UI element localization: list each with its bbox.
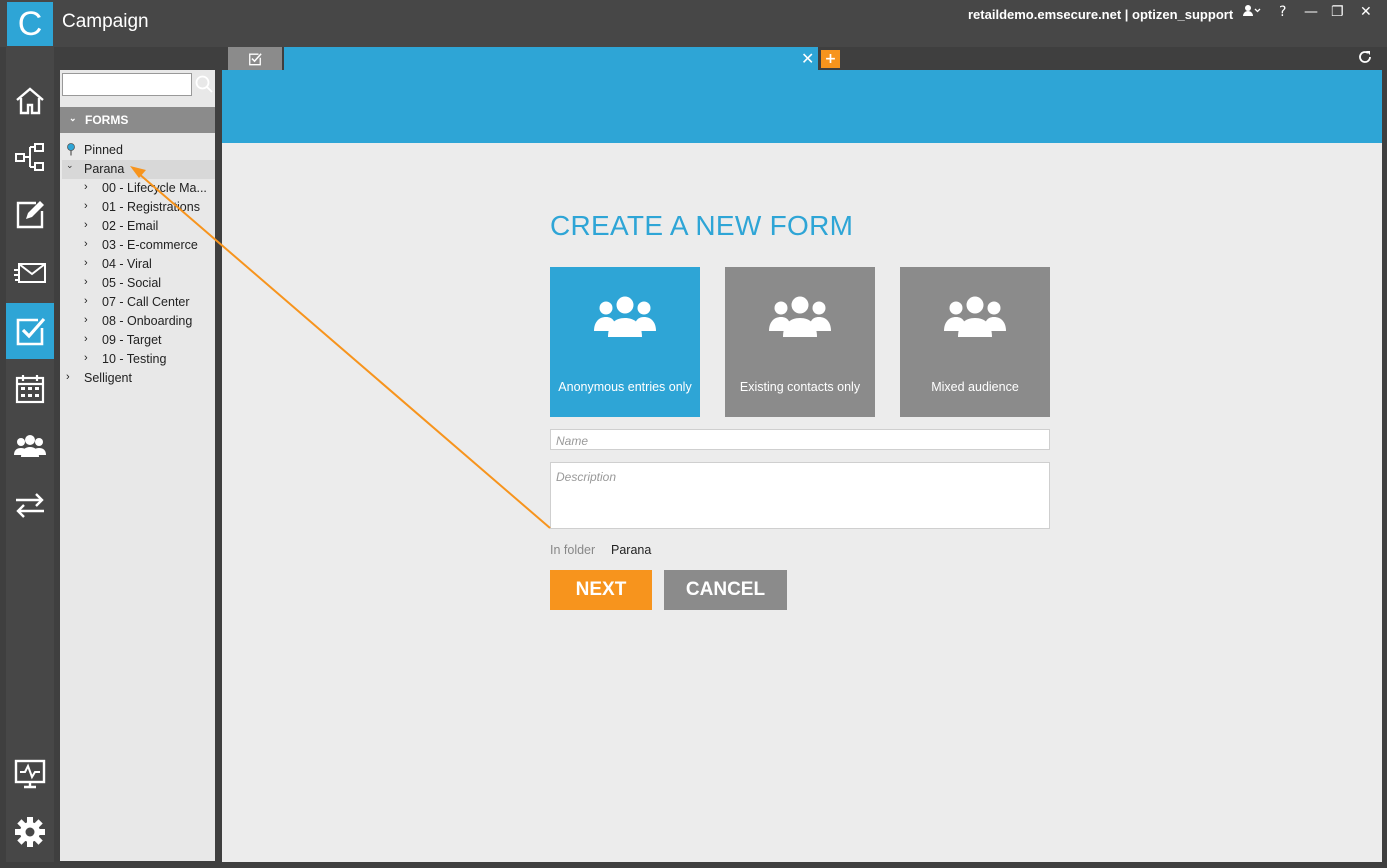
minimize-button[interactable]: — [1304, 4, 1318, 20]
tree-item-label: 01 - Registrations [102, 200, 200, 214]
tree-item-label: 10 - Testing [102, 352, 167, 366]
audience-tile[interactable]: Anonymous entries only [550, 267, 700, 417]
tab-new-form[interactable] [284, 47, 818, 70]
tree-item-label: Pinned [84, 143, 123, 157]
nav-forms[interactable] [6, 303, 54, 359]
tree-item-parana[interactable]: ⌄ Parana [62, 160, 215, 179]
app-logo[interactable]: C [7, 2, 53, 46]
chevron-right-icon: › [84, 333, 88, 345]
chevron-right-icon: › [84, 181, 88, 193]
transfer-icon [16, 493, 44, 518]
tree-item-label: Selligent [84, 371, 132, 385]
tree-item-label: 05 - Social [102, 276, 162, 290]
chevron-down-icon: ⌄ [66, 161, 74, 171]
tree-item-label: 08 - Onboarding [102, 314, 193, 328]
refresh-icon[interactable] [1358, 50, 1372, 68]
user-menu-icon[interactable] [1242, 4, 1262, 22]
tree-item-label: 07 - Call Center [102, 295, 190, 309]
chevron-right-icon: › [84, 219, 88, 231]
nav-audiences[interactable] [6, 419, 54, 475]
chevron-right-icon: › [84, 352, 88, 364]
calendar-icon [15, 375, 45, 404]
users-icon [14, 435, 46, 457]
chevron-right-icon: › [66, 371, 70, 383]
audience-tile[interactable]: Mixed audience [900, 267, 1050, 417]
name-input[interactable]: Name [550, 429, 1050, 450]
folder-label: In folder [550, 543, 596, 557]
chevron-right-icon: › [84, 257, 88, 269]
nav-journeys[interactable] [6, 129, 54, 185]
tree-search-button[interactable] [193, 73, 215, 95]
description-placeholder: Description [556, 470, 617, 484]
users-icon [593, 295, 657, 343]
audience-tile[interactable]: Existing contacts only [725, 267, 875, 417]
tree-item-label: 04 - Viral [102, 257, 152, 271]
nav-home[interactable] [6, 73, 54, 129]
cancel-button[interactable]: CANCEL [664, 570, 787, 610]
main-nav [6, 47, 54, 862]
help-button[interactable]: ? [1279, 4, 1286, 20]
chevron-right-icon: › [84, 295, 88, 307]
tree-item-label: 03 - E-commerce [102, 238, 198, 252]
mail-icon [14, 263, 46, 283]
home-icon [16, 87, 44, 115]
user-info: retaildemo.emsecure.net | optizen_suppor… [968, 7, 1234, 22]
users-icon [768, 295, 832, 343]
tab-forms-list[interactable] [228, 47, 282, 70]
next-button[interactable]: NEXT [550, 570, 652, 610]
chevron-right-icon: › [84, 314, 88, 326]
page-title: CREATE A NEW FORM [550, 210, 854, 241]
app-title: Campaign [62, 11, 149, 32]
forms-icon [249, 52, 262, 65]
gear-icon [15, 817, 45, 847]
forms-icon [16, 317, 46, 346]
audience-tile-label: Mixed audience [931, 380, 1019, 394]
chevron-right-icon: › [84, 276, 88, 288]
edit-icon [16, 201, 44, 229]
close-window-button[interactable]: ✕ [1360, 4, 1372, 20]
users-icon [943, 295, 1007, 343]
chevron-down-icon: ⌄ [69, 113, 77, 123]
folder-value: Parana [611, 543, 652, 557]
chevron-right-icon: › [84, 238, 88, 250]
close-tab-button[interactable]: ✕ [801, 49, 814, 68]
pin-icon [67, 143, 75, 156]
search-icon [195, 75, 213, 93]
add-tab-button[interactable]: + [821, 50, 840, 68]
nav-calendar[interactable] [6, 361, 54, 417]
forms-header-label: FORMS [85, 113, 129, 127]
tree-item-label: Parana [84, 162, 125, 176]
restore-button[interactable]: ❐ [1331, 4, 1344, 20]
audience-tile-label: Existing contacts only [739, 380, 861, 394]
nav-content[interactable] [6, 187, 54, 243]
name-placeholder: Name [556, 434, 589, 448]
chevron-right-icon: › [84, 200, 88, 212]
journey-icon [15, 143, 44, 171]
tree-item-label: 02 - Email [102, 219, 159, 233]
forms-section-header[interactable]: ⌄ FORMS [60, 107, 215, 133]
audience-tile-label: Anonymous entries only [558, 380, 692, 394]
nav-settings[interactable] [6, 804, 54, 860]
content-banner [222, 70, 1382, 143]
tree-item-label: 09 - Target [102, 333, 162, 347]
tree-search-input[interactable] [62, 73, 192, 96]
nav-data-exchange[interactable] [6, 477, 54, 533]
monitor-icon [14, 759, 46, 789]
nav-monitoring[interactable] [6, 746, 54, 802]
tree-item-label: 00 - Lifecycle Ma... [102, 181, 207, 195]
description-input[interactable]: Description [550, 462, 1050, 529]
nav-messages[interactable] [6, 245, 54, 301]
